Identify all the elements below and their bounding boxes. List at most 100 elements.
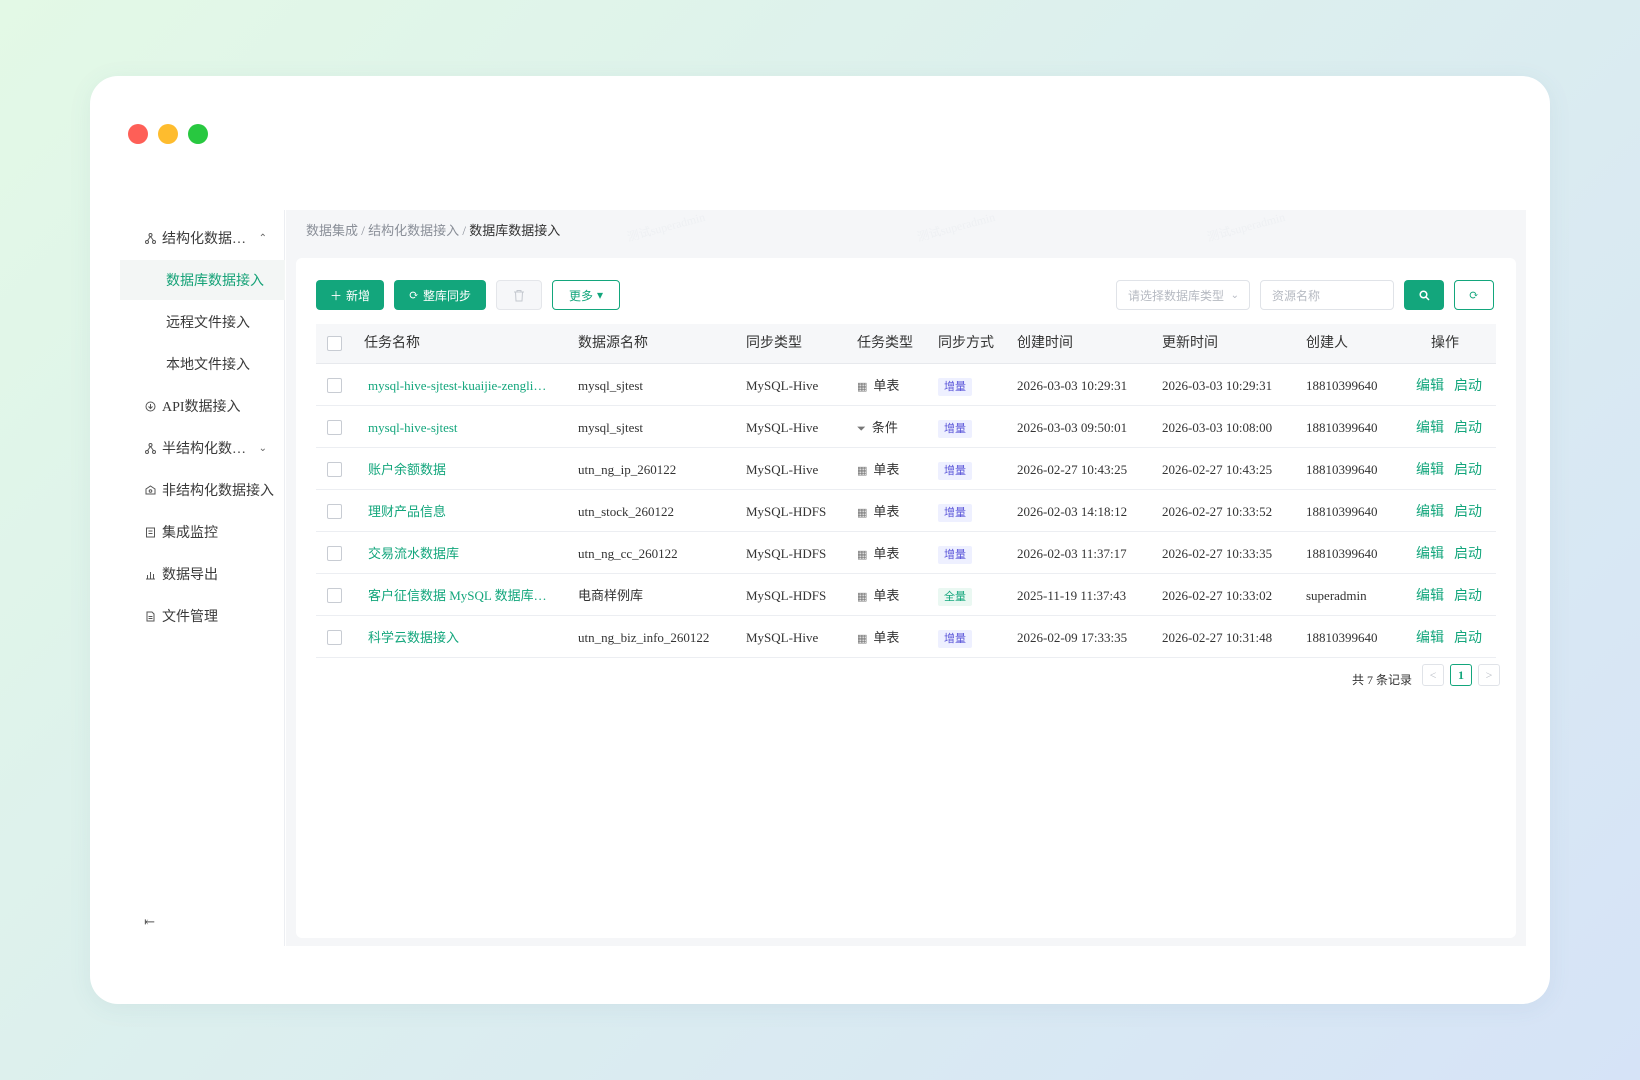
db-type-select[interactable]: 请选择数据库类型 ⌄ <box>1116 280 1250 310</box>
task-name-link[interactable]: 账户余额数据 <box>368 449 553 490</box>
sidebar-item-semi-structured[interactable]: 半结构化数… ⌄ <box>120 428 285 468</box>
main-content: 测试superadmin 测试superadmin 测试superadmin 测… <box>286 210 1526 946</box>
edit-button[interactable]: 编辑 <box>1416 505 1444 520</box>
edit-button[interactable]: 编辑 <box>1416 589 1444 604</box>
row-checkbox[interactable] <box>327 630 342 645</box>
start-button[interactable]: 启动 <box>1454 505 1482 520</box>
resource-name-placeholder: 资源名称 <box>1272 288 1321 303</box>
column-header: 创建人 <box>1306 336 1348 351</box>
sidebar-item-label: 结构化数据… <box>162 232 246 247</box>
resource-name-input[interactable]: 资源名称 <box>1260 280 1394 310</box>
plus-icon: ＋ <box>329 288 342 303</box>
prev-page-button[interactable]: < <box>1422 664 1444 686</box>
sidebar-item-file-manage[interactable]: 文件管理 <box>120 596 285 636</box>
row-checkbox[interactable] <box>327 504 342 519</box>
edit-button[interactable]: 编辑 <box>1416 631 1444 646</box>
sync-type: MySQL-Hive <box>746 462 819 477</box>
column-header: 任务名称 <box>364 336 420 351</box>
task-name-link[interactable]: mysql-hive-sjtest-kuaijie-zengli… <box>368 365 553 406</box>
created-time: 2025-11-19 11:37:43 <box>1017 588 1127 603</box>
row-checkbox[interactable] <box>327 378 342 393</box>
sidebar-item-remote-file[interactable]: 远程文件接入 <box>120 302 285 342</box>
table-icon: ▦ <box>857 633 868 645</box>
source-name: utn_ng_ip_260122 <box>578 462 677 477</box>
search-button[interactable] <box>1404 280 1444 310</box>
sidebar-item-api[interactable]: API数据接入 <box>120 386 285 426</box>
edit-button[interactable]: 编辑 <box>1416 547 1444 562</box>
edit-button[interactable]: 编辑 <box>1416 463 1444 478</box>
breadcrumb-link[interactable]: 结构化数据接入 <box>368 223 459 238</box>
sync-mode-tag: 增量 <box>938 420 972 439</box>
row-checkbox[interactable] <box>327 546 342 561</box>
watermark-text: 测试superadmin <box>1205 209 1287 245</box>
created-time: 2026-03-03 09:50:01 <box>1017 420 1128 435</box>
source-name: 电商样例库 <box>578 588 644 603</box>
breadcrumb-link[interactable]: 数据集成 <box>306 223 358 238</box>
task-name-link[interactable]: 理财产品信息 <box>368 491 553 532</box>
close-window-button[interactable] <box>128 124 148 144</box>
sidebar-item-monitor[interactable]: 集成监控 <box>120 512 285 552</box>
select-all-checkbox[interactable] <box>327 336 342 351</box>
api-icon <box>144 400 156 412</box>
add-button[interactable]: ＋ 新增 <box>316 280 384 310</box>
app-window: 结构化数据… ⌃ 数据库数据接入 远程文件接入 本地文件接入 API数据接入 半… <box>90 76 1550 1004</box>
unstructured-icon <box>144 484 156 496</box>
breadcrumb-current: 数据库数据接入 <box>469 223 561 238</box>
table-row: 科学云数据接入 utn_ng_biz_info_260122 MySQL-Hiv… <box>316 617 1496 658</box>
refresh-button[interactable]: ⟳ <box>1454 280 1494 310</box>
sidebar: 结构化数据… ⌃ 数据库数据接入 远程文件接入 本地文件接入 API数据接入 半… <box>120 210 285 946</box>
add-button-label: 新增 <box>346 288 371 303</box>
structured-data-icon <box>144 232 156 244</box>
row-checkbox[interactable] <box>327 462 342 477</box>
sync-type: MySQL-Hive <box>746 630 819 645</box>
task-name-link[interactable]: mysql-hive-sjtest <box>368 407 553 448</box>
page-number-button[interactable]: 1 <box>1450 664 1472 686</box>
sidebar-item-export[interactable]: 数据导出 <box>120 554 285 594</box>
task-name-link[interactable]: 客户征信数据 MySQL 数据库… <box>368 575 553 616</box>
column-header: 操作 <box>1431 336 1459 351</box>
sidebar-item-database-ingest[interactable]: 数据库数据接入 <box>120 260 285 300</box>
start-button[interactable]: 启动 <box>1454 631 1482 646</box>
start-button[interactable]: 启动 <box>1454 547 1482 562</box>
sidebar-item-structured[interactable]: 结构化数据… ⌃ <box>120 218 285 258</box>
task-type: 条件 <box>871 420 898 435</box>
collapse-sidebar-icon[interactable]: ⇤ <box>144 914 155 930</box>
start-button[interactable]: 启动 <box>1454 379 1482 394</box>
minimize-window-button[interactable] <box>158 124 178 144</box>
sync-icon: ⟳ <box>408 287 420 302</box>
sync-mode-tag: 增量 <box>938 630 972 649</box>
updated-time: 2026-03-03 10:29:31 <box>1162 378 1273 393</box>
row-checkbox[interactable] <box>327 420 342 435</box>
start-button[interactable]: 启动 <box>1454 589 1482 604</box>
maximize-window-button[interactable] <box>188 124 208 144</box>
sync-mode-tag: 增量 <box>938 462 972 481</box>
edit-button[interactable]: 编辑 <box>1416 421 1444 436</box>
delete-button[interactable] <box>496 280 542 310</box>
sync-mode-tag: 全量 <box>938 588 972 607</box>
task-type: 单表 <box>873 504 900 519</box>
column-header: 同步类型 <box>746 336 802 351</box>
sidebar-item-label: 远程文件接入 <box>166 316 250 331</box>
sync-button-label: 整库同步 <box>423 288 472 303</box>
pagination-total: 共 7 条记录 <box>1352 673 1413 687</box>
trash-icon <box>514 289 524 301</box>
created-time: 2026-02-27 10:43:25 <box>1017 462 1128 477</box>
start-button[interactable]: 启动 <box>1454 463 1482 478</box>
task-type: 单表 <box>873 462 900 477</box>
column-header: 创建时间 <box>1017 336 1073 351</box>
task-name-link[interactable]: 科学云数据接入 <box>368 617 553 658</box>
sidebar-item-label: 半结构化数… <box>162 442 246 457</box>
updated-time: 2026-02-27 10:31:48 <box>1162 630 1273 645</box>
edit-button[interactable]: 编辑 <box>1416 379 1444 394</box>
full-db-sync-button[interactable]: ⟳ 整库同步 <box>394 280 486 310</box>
table-icon: ▦ <box>857 507 868 519</box>
sidebar-item-unstructured[interactable]: 非结构化数据接入 <box>120 470 285 510</box>
more-dropdown-button[interactable]: 更多 ▾ <box>552 280 620 310</box>
sidebar-item-local-file[interactable]: 本地文件接入 <box>120 344 285 384</box>
row-checkbox[interactable] <box>327 588 342 603</box>
creator: 18810399640 <box>1306 546 1378 561</box>
task-name-link[interactable]: 交易流水数据库 <box>368 533 553 574</box>
start-button[interactable]: 启动 <box>1454 421 1482 436</box>
next-page-button[interactable]: > <box>1478 664 1500 686</box>
breadcrumb: 数据集成 / 结构化数据接入 / 数据库数据接入 <box>306 220 560 239</box>
